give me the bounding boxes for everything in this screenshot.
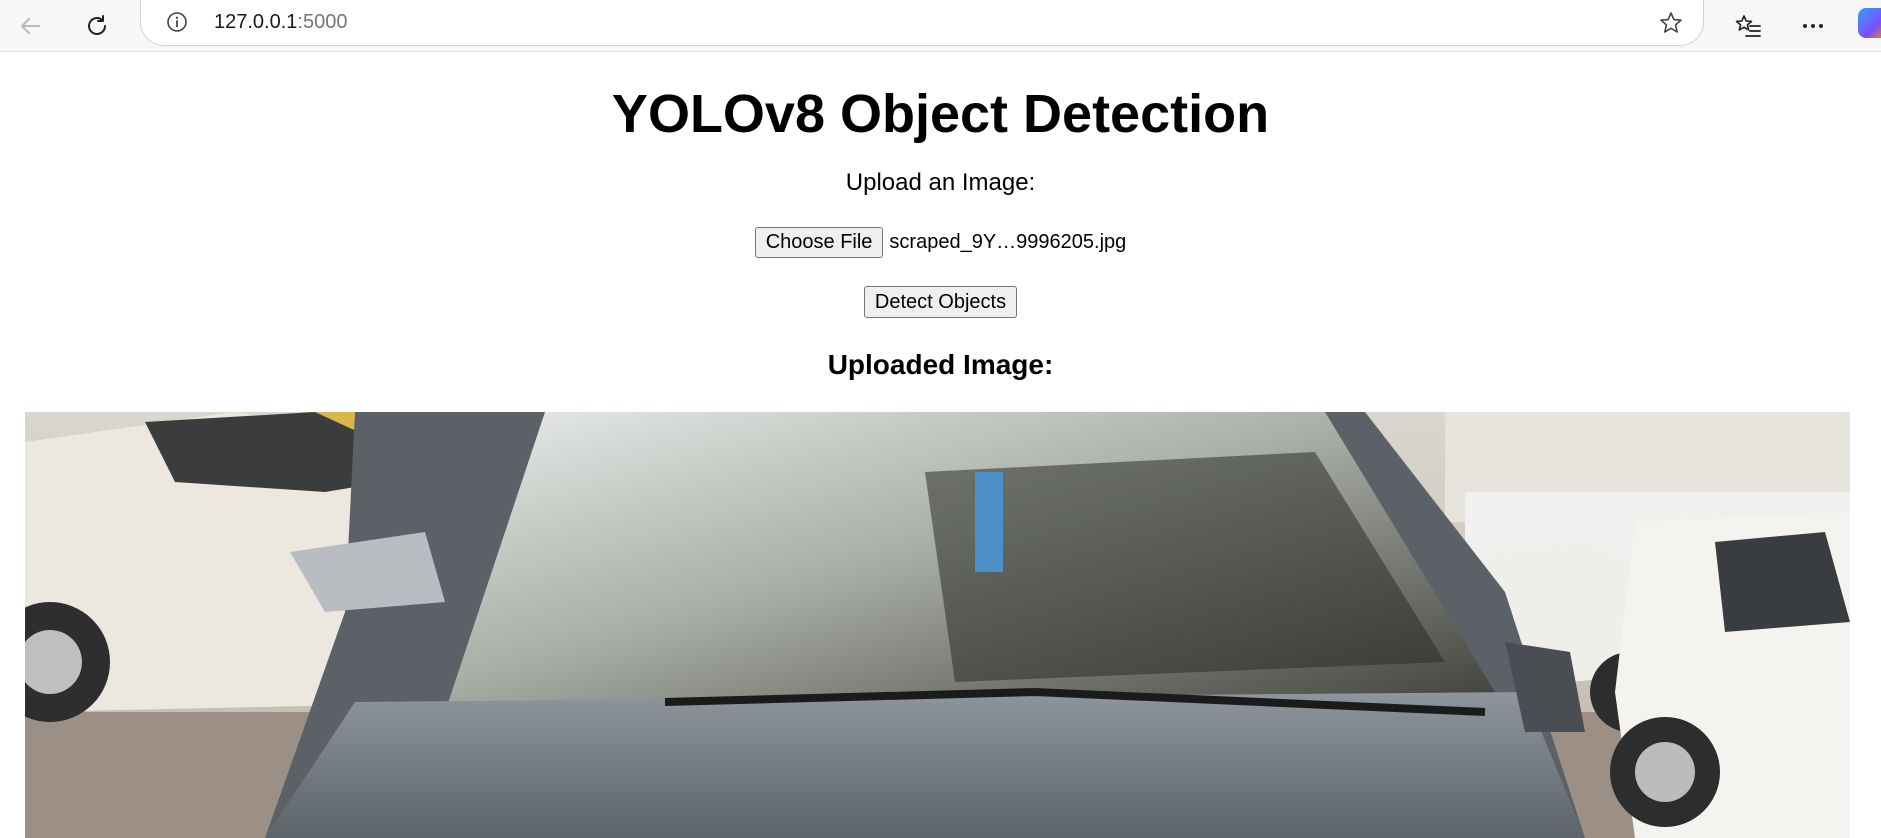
- star-icon[interactable]: [1657, 9, 1685, 37]
- page-content: YOLOv8 Object Detection Upload an Image:…: [0, 52, 1881, 838]
- detect-objects-button[interactable]: Detect Objects: [863, 286, 1018, 318]
- back-button[interactable]: [10, 6, 50, 46]
- favorites-button[interactable]: [1728, 6, 1768, 46]
- url-text[interactable]: 127.0.0.1:5000: [214, 10, 347, 34]
- reload-button[interactable]: [77, 6, 117, 46]
- back-arrow-icon: [21, 18, 40, 34]
- selected-file-name: scraped_9Y…9996205.jpg: [889, 231, 1127, 253]
- more-button[interactable]: [1793, 6, 1833, 46]
- info-icon[interactable]: [165, 10, 189, 34]
- upload-label: Upload an Image:: [845, 169, 1036, 196]
- favorites-list-icon: [1735, 15, 1761, 37]
- copilot-icon[interactable]: [1858, 8, 1881, 38]
- uploaded-photo-illustration: [25, 412, 1850, 838]
- file-input[interactable]: Choose File scraped_9Y…9996205.jpg: [0, 226, 1881, 258]
- uploaded-image-heading: Uploaded Image:: [827, 349, 1054, 380]
- choose-file-button[interactable]: Choose File: [754, 226, 884, 258]
- url-port: :5000: [297, 11, 348, 33]
- url-host: 127.0.0.1: [214, 11, 298, 33]
- detect-row: Detect Objects: [0, 286, 1881, 318]
- address-bar[interactable]: 127.0.0.1:5000: [140, 0, 1704, 46]
- more-dots-icon: [1803, 24, 1823, 28]
- page-title: YOLOv8 Object Detection: [611, 84, 1270, 144]
- browser-toolbar: 127.0.0.1:5000: [0, 0, 1881, 52]
- uploaded-image: [25, 412, 1850, 838]
- reload-icon: [88, 15, 106, 35]
